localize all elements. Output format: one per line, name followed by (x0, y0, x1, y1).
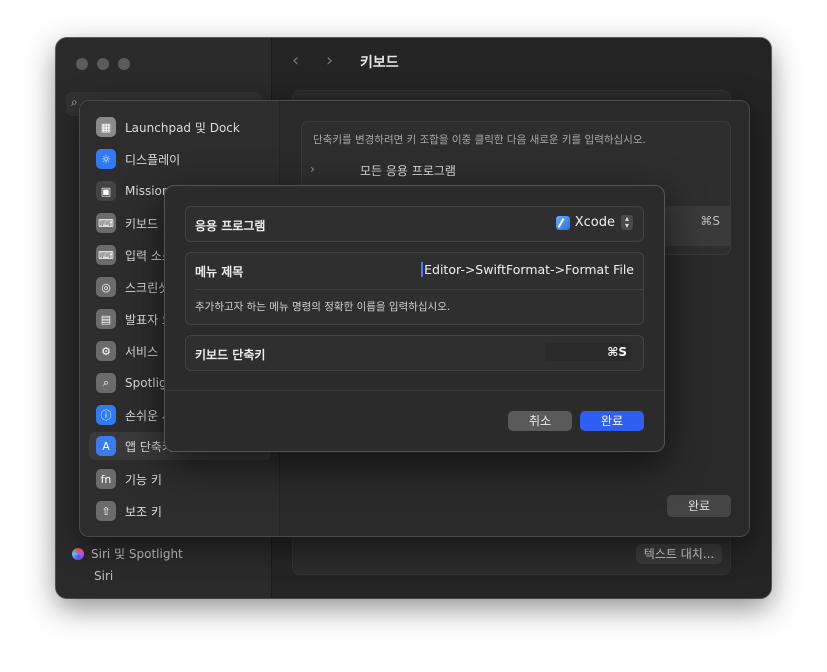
sidebar-item-siri[interactable]: Siri (94, 569, 113, 583)
minimize-window-button[interactable] (97, 58, 109, 70)
screenshot-icon: ◎ (96, 277, 116, 297)
app-row: 응용 프로그램 Xcode ▴ ▾ (185, 206, 644, 242)
all-apps-group[interactable]: 모든 응용 프로그램 (360, 162, 456, 179)
display-icon: ☼ (96, 149, 116, 169)
category-label: 보조 키 (125, 504, 162, 519)
done-button[interactable]: 완료 (580, 411, 644, 431)
category-label: 스크린샷 (125, 280, 170, 295)
category-display[interactable]: ☼ 디스플레이 (96, 147, 180, 171)
category-input-source[interactable]: ⌨ 입력 소스 (96, 243, 173, 267)
category-services[interactable]: ⚙ 서비스 (96, 339, 158, 363)
menu-title-row: 메뉴 제목 Editor->SwiftFormat->Format File 추… (185, 252, 644, 325)
sidebar-item-label: Siri 및 Spotlight (91, 547, 183, 561)
category-label: 디스플레이 (125, 152, 181, 167)
category-label: Launchpad 및 Dock (125, 120, 240, 135)
sheet-done-button[interactable]: 완료 (667, 495, 731, 517)
disclosure-chevron-icon[interactable]: › (310, 162, 315, 176)
category-label: 기능 키 (125, 472, 162, 487)
search-icon: ⌕ (71, 95, 78, 109)
text-replacement-button[interactable]: 텍스트 대치... (636, 544, 722, 564)
app-popup-button[interactable]: Xcode ▴ ▾ (555, 215, 633, 230)
divider (195, 289, 643, 290)
close-window-button[interactable] (76, 58, 88, 70)
accessibility-icon: ⓘ (96, 405, 116, 425)
keyboard-icon: ⌨ (96, 213, 116, 233)
category-app-shortcuts[interactable]: A앱 단축키 (96, 434, 173, 458)
siri-icon (72, 548, 84, 560)
cancel-button[interactable]: 취소 (508, 411, 572, 431)
window-controls (76, 58, 130, 70)
fn-key-icon: fn (96, 469, 116, 489)
app-label: 응용 프로그램 (195, 219, 266, 233)
category-keyboard[interactable]: ⌨ 키보드 (96, 211, 158, 235)
modifier-key-icon: ⇧ (96, 501, 116, 521)
shortcut-key: ⌘S (700, 214, 720, 228)
menu-title-input[interactable]: Editor->SwiftFormat->Format File (421, 262, 634, 277)
launchpad-icon: ▦ (96, 117, 116, 137)
sidebar-item-label: Siri (94, 569, 114, 583)
page-title: 키보드 (360, 55, 399, 71)
shortcut-row: 키보드 단축키 ⌘S (185, 335, 644, 371)
shortcut-recorder-field[interactable]: ⌘S (545, 343, 631, 361)
background-panel-bottom: 텍스트 대치... (292, 533, 731, 575)
category-modifier-keys[interactable]: ⇧ 보조 키 (96, 499, 162, 523)
shortcut-hint: 단축키를 변경하려면 키 조합을 이중 클릭한 다음 새로운 키를 입력하십시오… (313, 134, 646, 146)
app-value: Xcode (574, 215, 615, 230)
divider (165, 390, 664, 391)
category-launchpad-dock[interactable]: ▦ Launchpad 및 Dock (96, 115, 240, 139)
category-label: 서비스 (125, 344, 159, 359)
input-source-icon: ⌨ (96, 245, 116, 265)
xcode-icon (555, 215, 570, 230)
services-icon: ⚙ (96, 341, 116, 361)
forward-chevron-icon[interactable]: › (326, 50, 333, 71)
zoom-window-button[interactable] (118, 58, 130, 70)
presenter-icon: ▤ (96, 309, 116, 329)
spotlight-icon: ⌕ (96, 373, 116, 393)
back-chevron-icon[interactable]: ‹ (292, 50, 299, 71)
add-app-shortcut-dialog: 응용 프로그램 Xcode ▴ ▾ 메뉴 제목 Editor->SwiftForm… (164, 185, 665, 452)
mission-control-icon: ▣ (96, 181, 116, 201)
category-screenshot[interactable]: ◎ 스크린샷 (96, 275, 169, 299)
category-fn-keys[interactable]: fn 기능 키 (96, 467, 162, 491)
menu-title-helper: 추가하고자 하는 메뉴 명령의 정확한 이름을 입력하십시오. (195, 301, 451, 313)
shortcut-label: 키보드 단축키 (195, 348, 266, 362)
app-shortcuts-icon: A (96, 436, 116, 456)
menu-title-label: 메뉴 제목 (195, 265, 244, 279)
category-label: 키보드 (125, 216, 159, 231)
chevron-up-down-icon: ▴ ▾ (621, 215, 633, 230)
sidebar-item-siri-spotlight[interactable]: Siri 및 Spotlight (72, 545, 183, 562)
